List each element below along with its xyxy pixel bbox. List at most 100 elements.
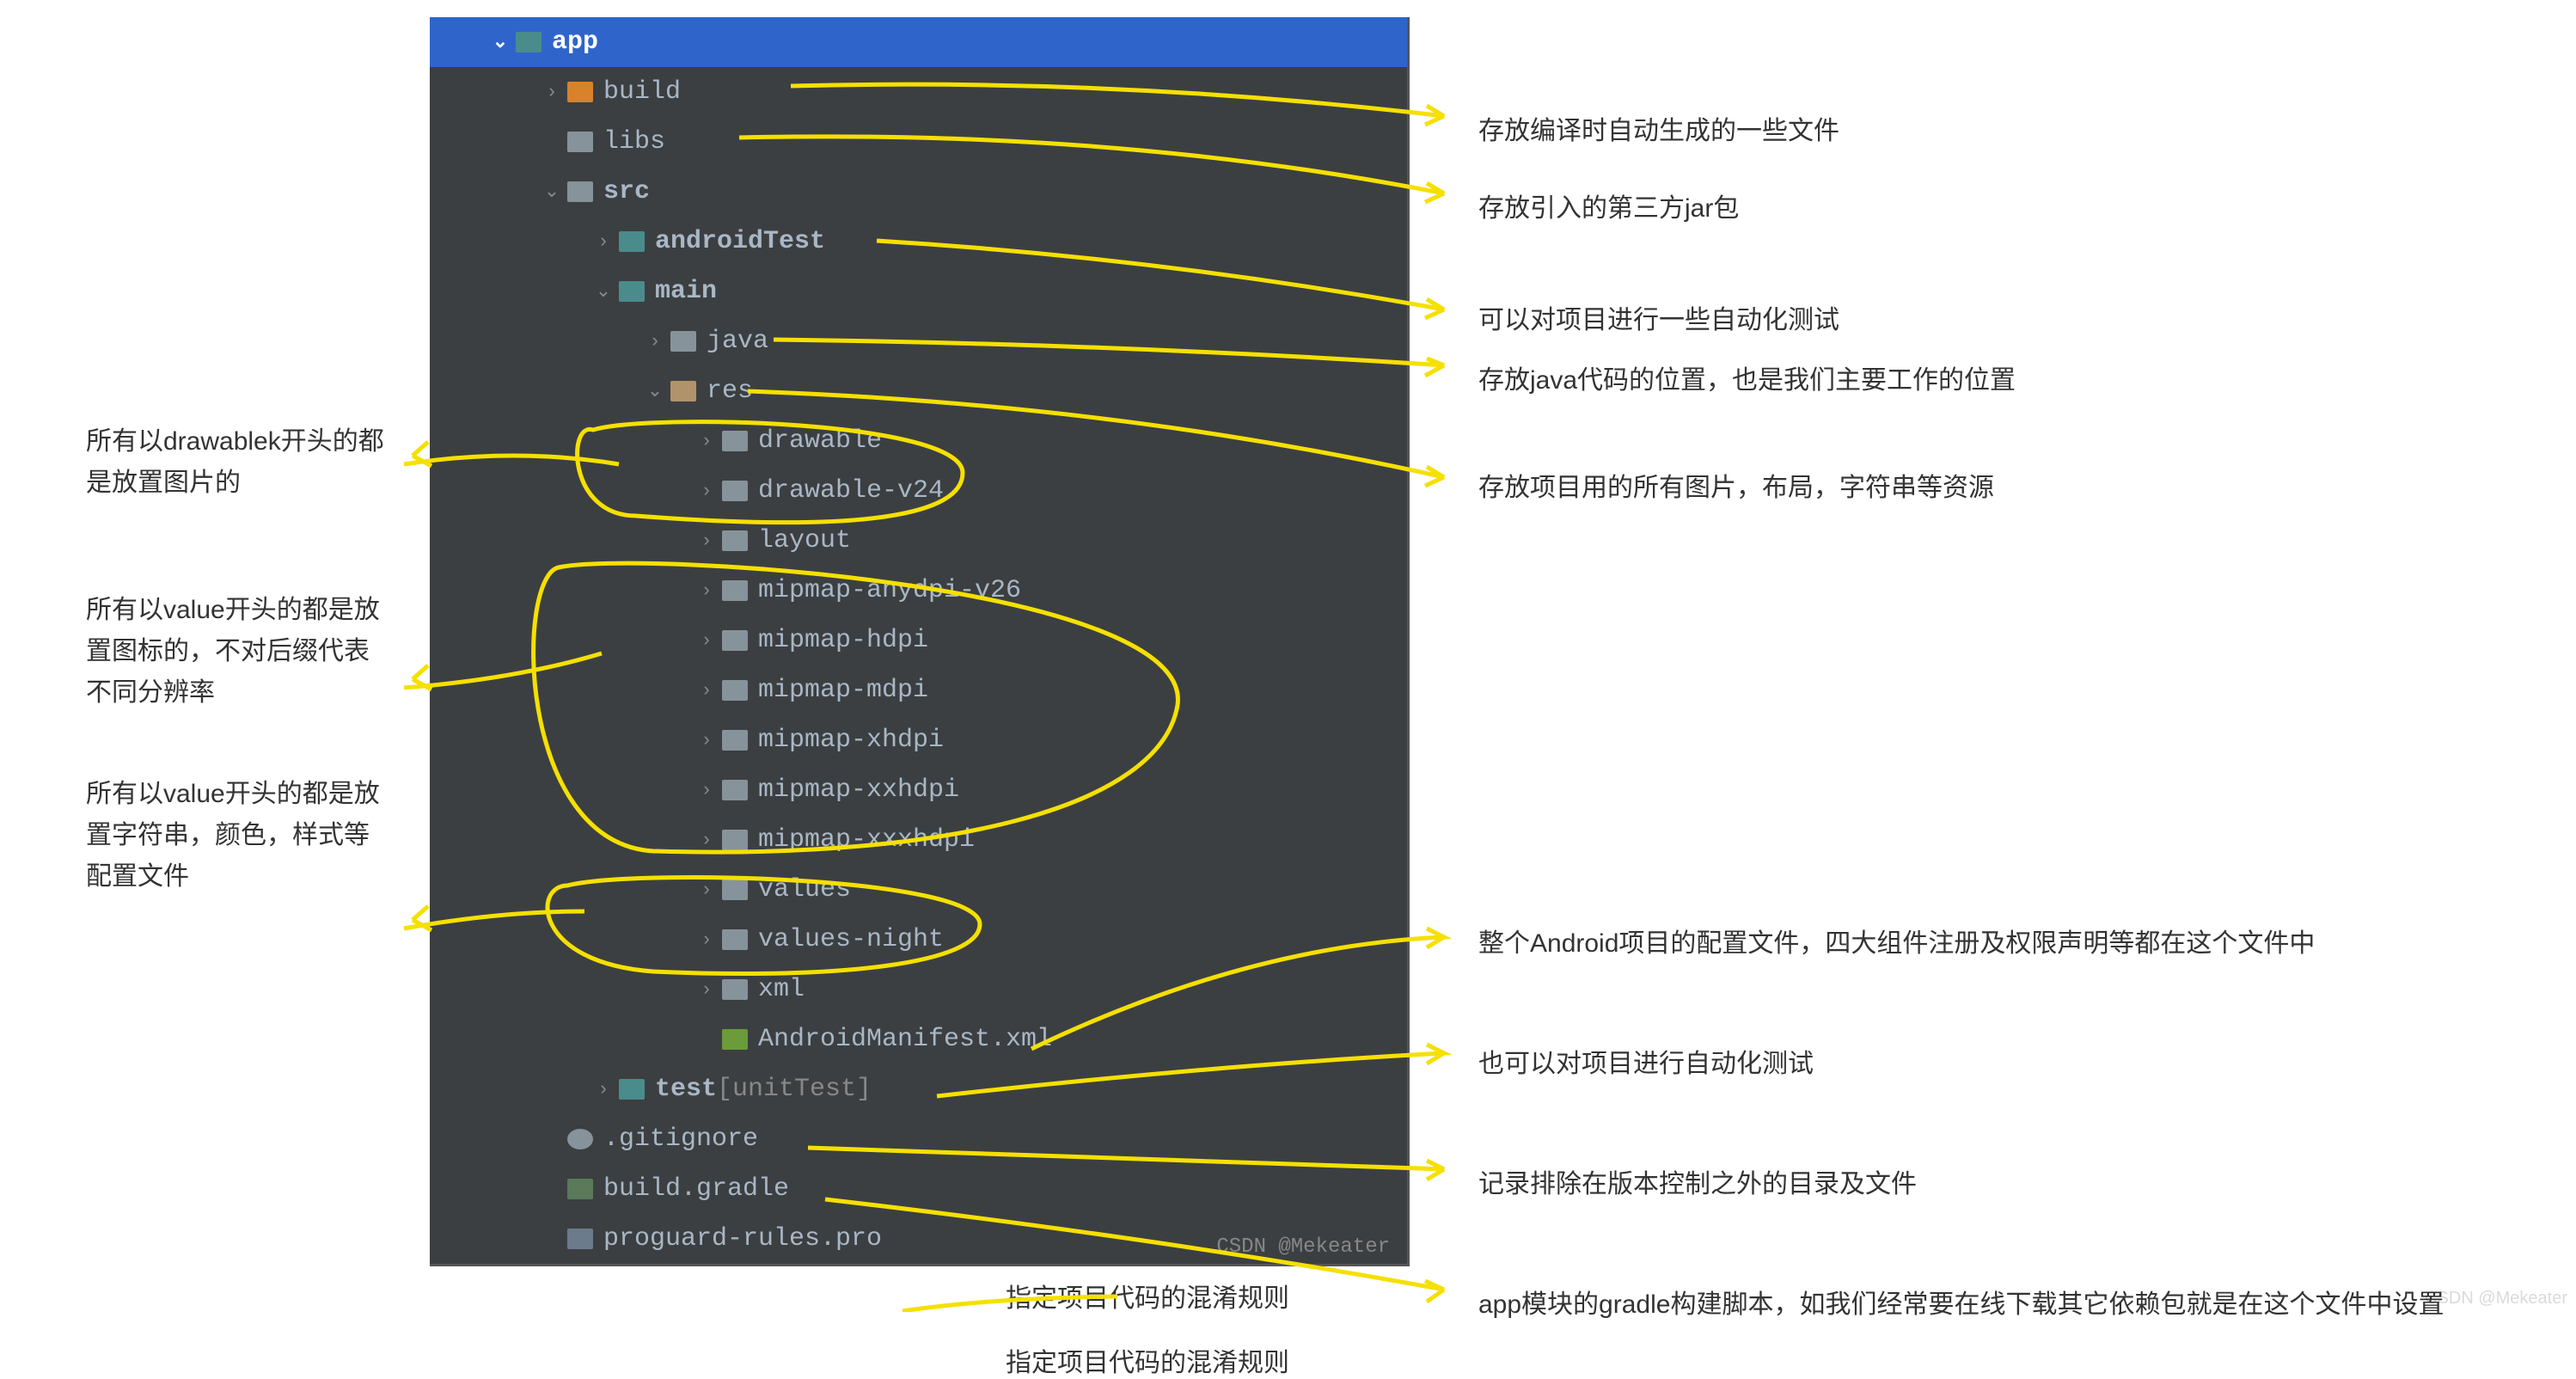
folder-icon <box>567 181 593 202</box>
folder-icon <box>567 132 593 152</box>
tree-item-xml[interactable]: › xml <box>430 965 1407 1014</box>
tree-label-suffix: [unitTest] <box>717 1075 872 1104</box>
note-java: 存放java代码的位置，也是我们主要工作的位置 <box>1478 361 2016 400</box>
project-tree-panel: ⌄ app › build libs ⌄ src › androidTest ⌄… <box>430 17 1410 1266</box>
tree-item-drawable[interactable]: › drawable <box>430 416 1407 466</box>
tree-label: .gitignore <box>603 1125 758 1154</box>
tree-label: proguard-rules.pro <box>603 1224 882 1253</box>
folder-icon <box>722 630 748 651</box>
note-manifest: 整个Android项目的配置文件，四大组件注册及权限声明等都在这个文件中 <box>1478 924 2315 963</box>
file-icon <box>567 1229 593 1249</box>
tree-label: main <box>655 277 717 306</box>
tree-item-test[interactable]: › test [unitTest] <box>430 1064 1407 1114</box>
tree-item-drawable-v24[interactable]: › drawable-v24 <box>430 466 1407 516</box>
folder-icon <box>722 780 748 800</box>
note-gradle: app模块的gradle构建脚本，如我们经常要在线下载其它依赖包就是在这个文件中… <box>1478 1285 2467 1324</box>
tree-label: java <box>707 327 768 356</box>
chevron-right-icon: › <box>593 231 614 253</box>
tree-label: AndroidManifest.xml <box>758 1025 1052 1054</box>
note-proguard: 指定项目代码的混淆规则 <box>1006 1341 1289 1379</box>
panel-watermark: CSDN @Mekeater <box>1216 1235 1390 1259</box>
folder-icon <box>619 1079 645 1100</box>
note-res: 存放项目用的所有图片，布局，字符串等资源 <box>1478 469 1994 507</box>
tree-item-values[interactable]: › values <box>430 865 1407 915</box>
tree-item-layout[interactable]: › layout <box>430 516 1407 566</box>
chevron-right-icon: › <box>645 331 665 352</box>
tree-item-values-night[interactable]: › values-night <box>430 915 1407 965</box>
note-values: 所有以value开头的都是放置字符串，颜色，样式等配置文件 <box>86 774 387 898</box>
tree-label: res <box>707 377 753 406</box>
tree-label: mipmap-xxhdpi <box>758 775 959 805</box>
chevron-right-icon: › <box>696 929 717 951</box>
folder-icon <box>722 879 748 900</box>
chevron-right-icon: › <box>696 830 717 851</box>
gradle-file-icon <box>567 1179 593 1199</box>
chevron-right-icon: › <box>696 680 717 702</box>
folder-icon <box>722 730 748 751</box>
folder-icon <box>722 979 748 1000</box>
note-libs: 存放引入的第三方jar包 <box>1478 189 1739 228</box>
note-drawable: 所有以drawablek开头的都是放置图片的 <box>86 421 387 504</box>
chevron-down-icon: ⌄ <box>542 181 562 203</box>
chevron-right-icon: › <box>696 979 717 1001</box>
tree-label: test <box>655 1075 717 1104</box>
tree-item-mipmap-xxhdpi[interactable]: › mipmap-xxhdpi <box>430 765 1407 815</box>
tree-label: drawable <box>758 426 882 456</box>
tree-item-libs[interactable]: libs <box>430 117 1407 167</box>
tree-label: drawable-v24 <box>758 476 944 506</box>
tree-label: src <box>603 177 650 206</box>
tree-label: values <box>758 875 851 904</box>
tree-item-src[interactable]: ⌄ src <box>430 167 1407 217</box>
tree-label: mipmap-anydpi-v26 <box>758 576 1021 605</box>
tree-item-manifest[interactable]: AndroidManifest.xml <box>430 1014 1407 1064</box>
git-file-icon <box>567 1129 593 1149</box>
chevron-right-icon: › <box>696 431 717 452</box>
folder-icon <box>619 231 645 252</box>
left-annotation-column: 所有以drawablek开头的都是放置图片的 所有以value开头的都是放置图标… <box>86 421 387 958</box>
tree-label: build.gradle <box>603 1174 789 1204</box>
tree-label: layout <box>758 526 851 555</box>
folder-icon <box>670 331 696 352</box>
tree-item-mipmap-hdpi[interactable]: › mipmap-hdpi <box>430 616 1407 665</box>
folder-icon <box>722 530 748 551</box>
tree-label: androidTest <box>655 227 825 256</box>
tree-item-res[interactable]: ⌄ res <box>430 366 1407 416</box>
tree-item-app[interactable]: ⌄ app <box>430 17 1407 67</box>
tree-item-java[interactable]: › java <box>430 316 1407 366</box>
tree-item-gitignore[interactable]: .gitignore <box>430 1114 1407 1164</box>
tree-item-main[interactable]: ⌄ main <box>430 267 1407 316</box>
chevron-down-icon: ⌄ <box>645 380 665 402</box>
note-gitignore: 记录排除在版本控制之外的目录及文件 <box>1478 1165 1917 1204</box>
folder-icon <box>722 580 748 601</box>
tree-label: mipmap-xxxhdpi <box>758 825 975 855</box>
chevron-right-icon: › <box>696 780 717 801</box>
note-build: 存放编译时自动生成的一些文件 <box>1478 112 1839 150</box>
tree-label: values-night <box>758 925 944 954</box>
note-androidtest: 可以对项目进行一些自动化测试 <box>1478 301 1839 340</box>
tree-item-androidtest[interactable]: › androidTest <box>430 217 1407 267</box>
chevron-right-icon: › <box>593 1079 614 1100</box>
xml-file-icon <box>722 1029 748 1050</box>
page-watermark: CSDN @Mekeater <box>2425 1289 2567 1309</box>
tree-item-mipmap-mdpi[interactable]: › mipmap-mdpi <box>430 665 1407 715</box>
tree-item-build-gradle[interactable]: build.gradle <box>430 1164 1407 1214</box>
tree-item-mipmap-anydpi[interactable]: › mipmap-anydpi-v26 <box>430 566 1407 616</box>
folder-icon <box>722 830 748 850</box>
chevron-right-icon: › <box>696 580 717 602</box>
tree-item-mipmap-xhdpi[interactable]: › mipmap-xhdpi <box>430 715 1407 765</box>
tree-item-proguard[interactable]: proguard-rules.pro CSDN @Mekeater <box>430 1214 1407 1264</box>
chevron-down-icon: ⌄ <box>490 31 511 53</box>
tree-label: mipmap-hdpi <box>758 626 928 655</box>
tree-label: xml <box>758 975 805 1004</box>
chevron-right-icon: › <box>696 481 717 502</box>
folder-icon <box>722 481 748 501</box>
tree-label: mipmap-xhdpi <box>758 726 944 755</box>
tree-label: app <box>552 28 598 57</box>
tree-item-mipmap-xxxhdpi[interactable]: › mipmap-xxxhdpi <box>430 815 1407 865</box>
tree-label: mipmap-mdpi <box>758 676 928 705</box>
tree-item-build[interactable]: › build <box>430 67 1407 117</box>
chevron-right-icon: › <box>696 630 717 652</box>
folder-icon <box>722 929 748 950</box>
tree-label: libs <box>603 127 665 156</box>
chevron-right-icon: › <box>696 730 717 751</box>
